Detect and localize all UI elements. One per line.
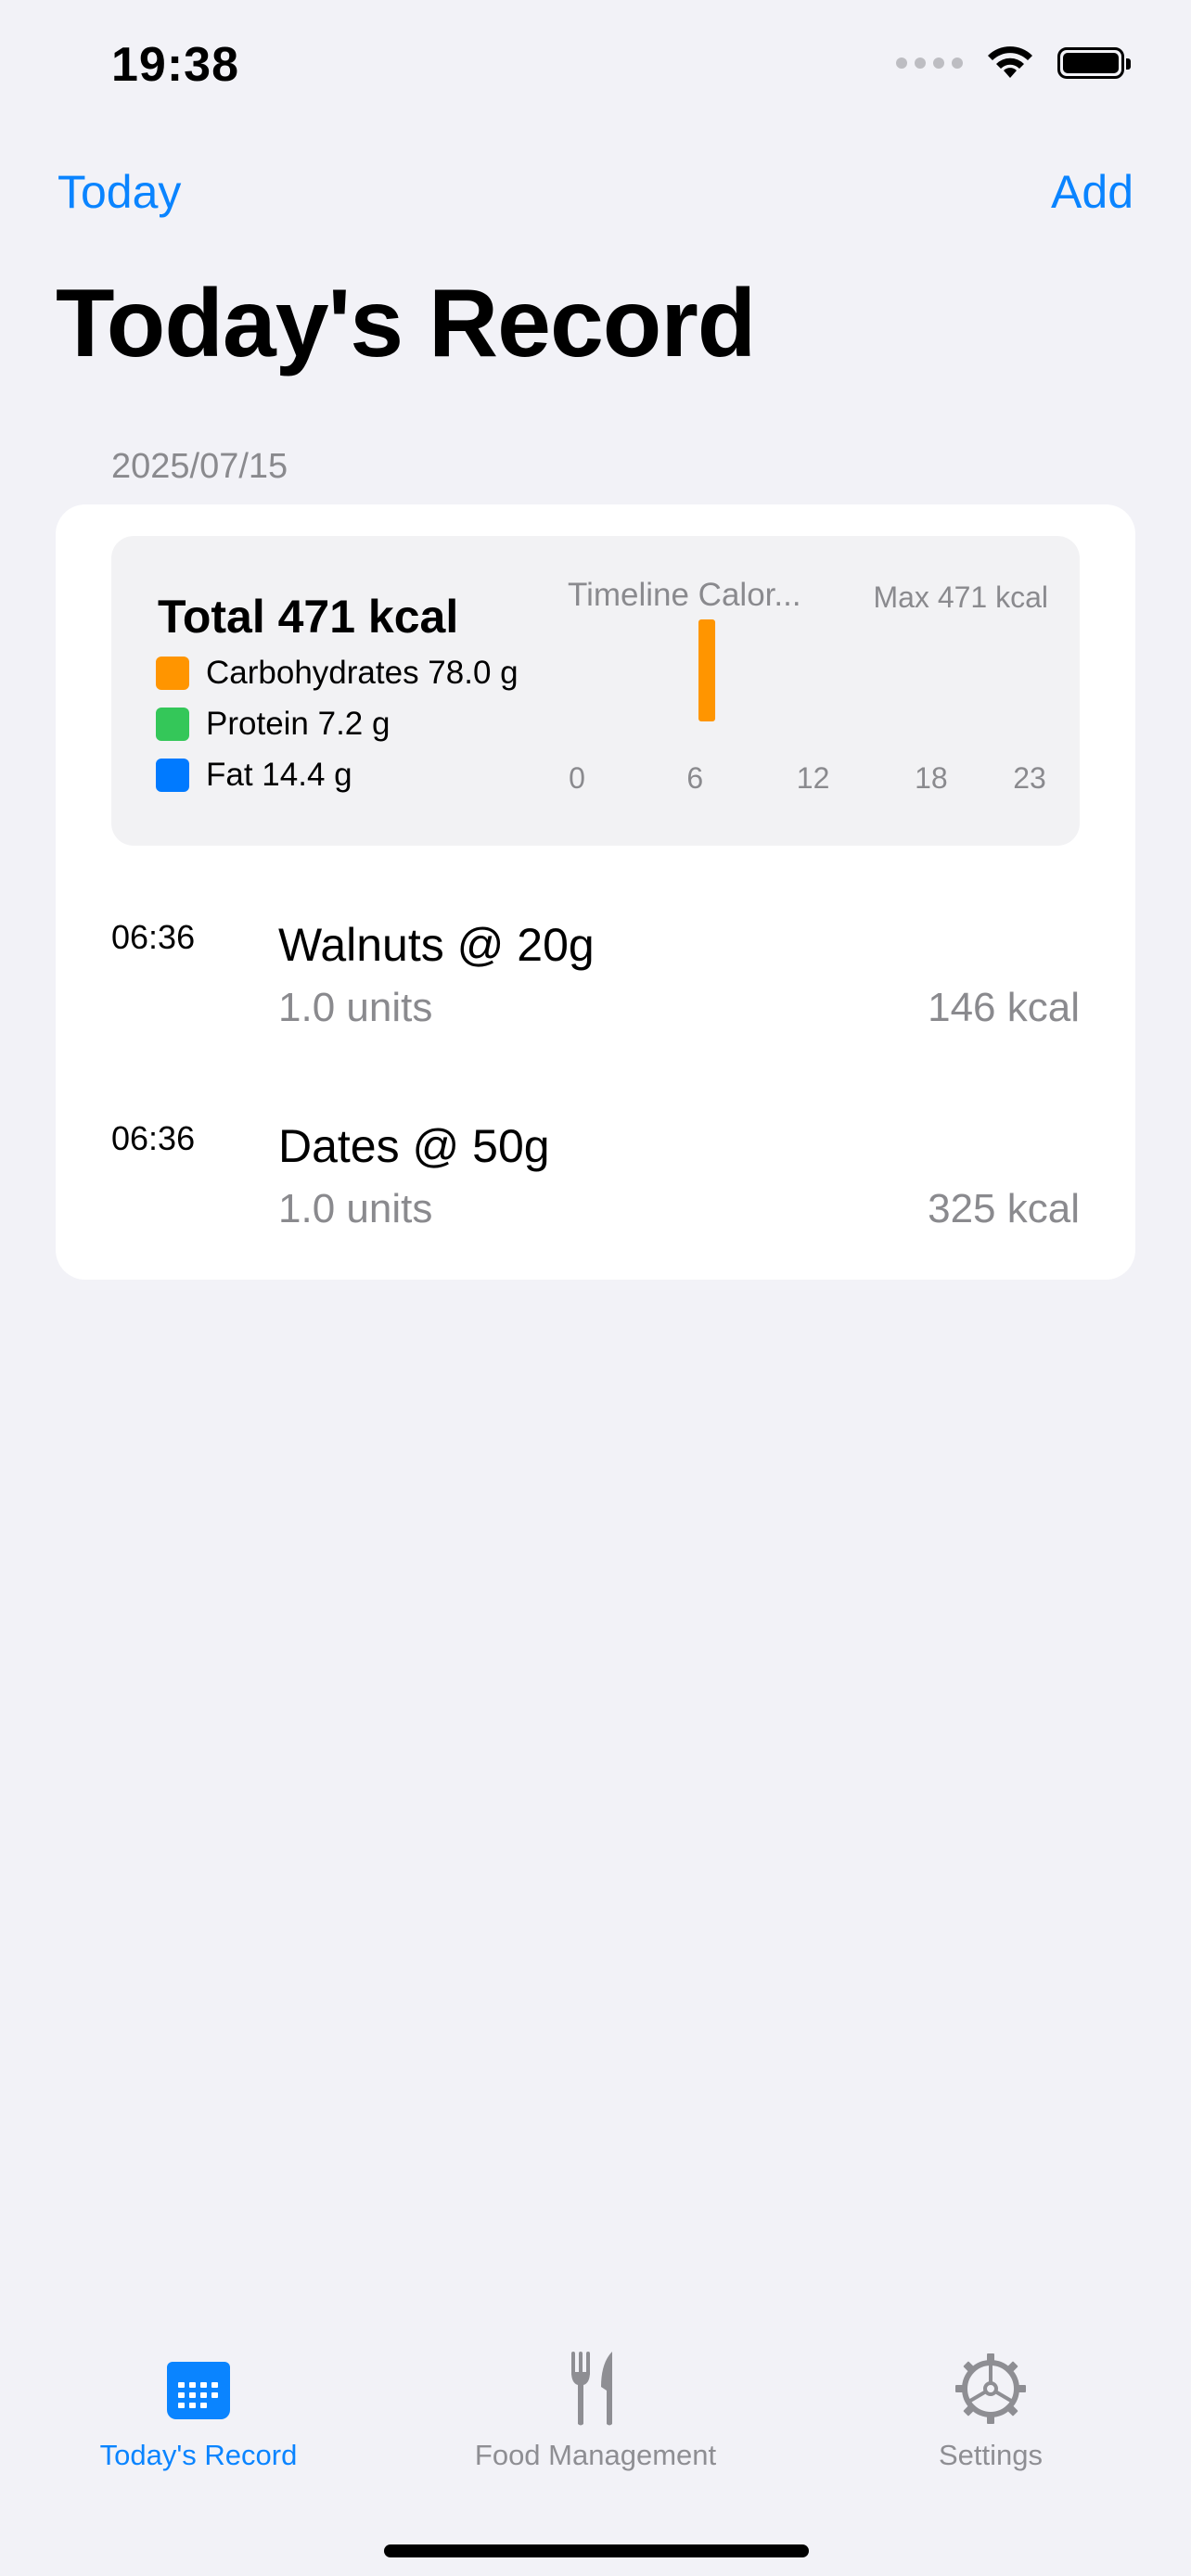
chart-bar bbox=[698, 619, 716, 721]
page-title: Today's Record bbox=[56, 270, 756, 377]
tab-todays-record[interactable]: Today's Record bbox=[59, 2346, 338, 2472]
x-tick-label: 12 bbox=[797, 761, 830, 795]
today-button[interactable]: Today bbox=[58, 165, 181, 219]
home-indicator bbox=[384, 2544, 809, 2557]
tab-settings[interactable]: Settings bbox=[852, 2346, 1130, 2472]
gear-icon bbox=[852, 2346, 1130, 2431]
wifi-icon bbox=[988, 46, 1032, 78]
x-tick-label: 18 bbox=[915, 761, 948, 795]
entry-time: 06:36 bbox=[111, 918, 196, 956]
cellular-signal-icon bbox=[896, 57, 963, 69]
daily-record-card: Total 471 kcal Carbohydrates 78.0 g Prot… bbox=[56, 504, 1135, 1280]
protein-swatch bbox=[156, 708, 189, 741]
fork-knife-icon bbox=[456, 2346, 735, 2431]
x-tick-label: 0 bbox=[569, 761, 585, 795]
macro-label: Protein 7.2 g bbox=[206, 706, 391, 742]
fat-swatch bbox=[156, 759, 189, 792]
food-entry[interactable]: 06:36 Dates @ 50g 1.0 units 325 kcal bbox=[111, 1119, 1080, 1286]
add-button[interactable]: Add bbox=[1051, 165, 1133, 219]
carbohydrates-swatch bbox=[156, 657, 189, 690]
timeline-chart-plot: 0 6 12 18 23 bbox=[569, 619, 1046, 795]
total-calories: Total 471 kcal bbox=[158, 591, 459, 643]
entry-units: 1.0 units bbox=[278, 1186, 433, 1231]
tab-food-management[interactable]: Food Management bbox=[456, 2346, 735, 2472]
macro-carbohydrates: Carbohydrates 78.0 g bbox=[156, 655, 519, 692]
x-tick-label: 23 bbox=[1013, 761, 1046, 795]
tab-label: Today's Record bbox=[99, 2439, 298, 2471]
tab-label: Food Management bbox=[474, 2439, 717, 2471]
entry-kcal: 146 kcal bbox=[928, 985, 1080, 1030]
macro-protein: Protein 7.2 g bbox=[156, 706, 390, 743]
status-time: 19:38 bbox=[111, 38, 239, 92]
macro-label: Carbohydrates 78.0 g bbox=[206, 655, 519, 691]
battery-icon bbox=[1057, 47, 1131, 79]
macro-label: Fat 14.4 g bbox=[206, 757, 352, 793]
entry-name: Walnuts @ 20g bbox=[278, 919, 595, 971]
status-indicators bbox=[896, 45, 1131, 82]
timeline-chart: Timeline Calor... Max 471 kcal 0 6 12 18 23 bbox=[566, 577, 1048, 818]
tab-label: Settings bbox=[938, 2439, 1043, 2471]
macro-fat: Fat 14.4 g bbox=[156, 757, 352, 794]
summary-panel: Total 471 kcal Carbohydrates 78.0 g Prot… bbox=[111, 536, 1080, 846]
tab-bar: Today's Record Food Management Settings bbox=[0, 2346, 1191, 2494]
calendar-icon bbox=[59, 2346, 338, 2431]
x-tick-label: 6 bbox=[686, 761, 703, 795]
entry-time: 06:36 bbox=[111, 1119, 196, 1157]
food-entry[interactable]: 06:36 Walnuts @ 20g 1.0 units 146 kcal bbox=[111, 918, 1080, 1085]
entry-kcal: 325 kcal bbox=[928, 1186, 1080, 1231]
entry-name: Dates @ 50g bbox=[278, 1120, 550, 1172]
entry-units: 1.0 units bbox=[278, 985, 433, 1030]
section-date: 2025/07/15 bbox=[111, 447, 288, 486]
